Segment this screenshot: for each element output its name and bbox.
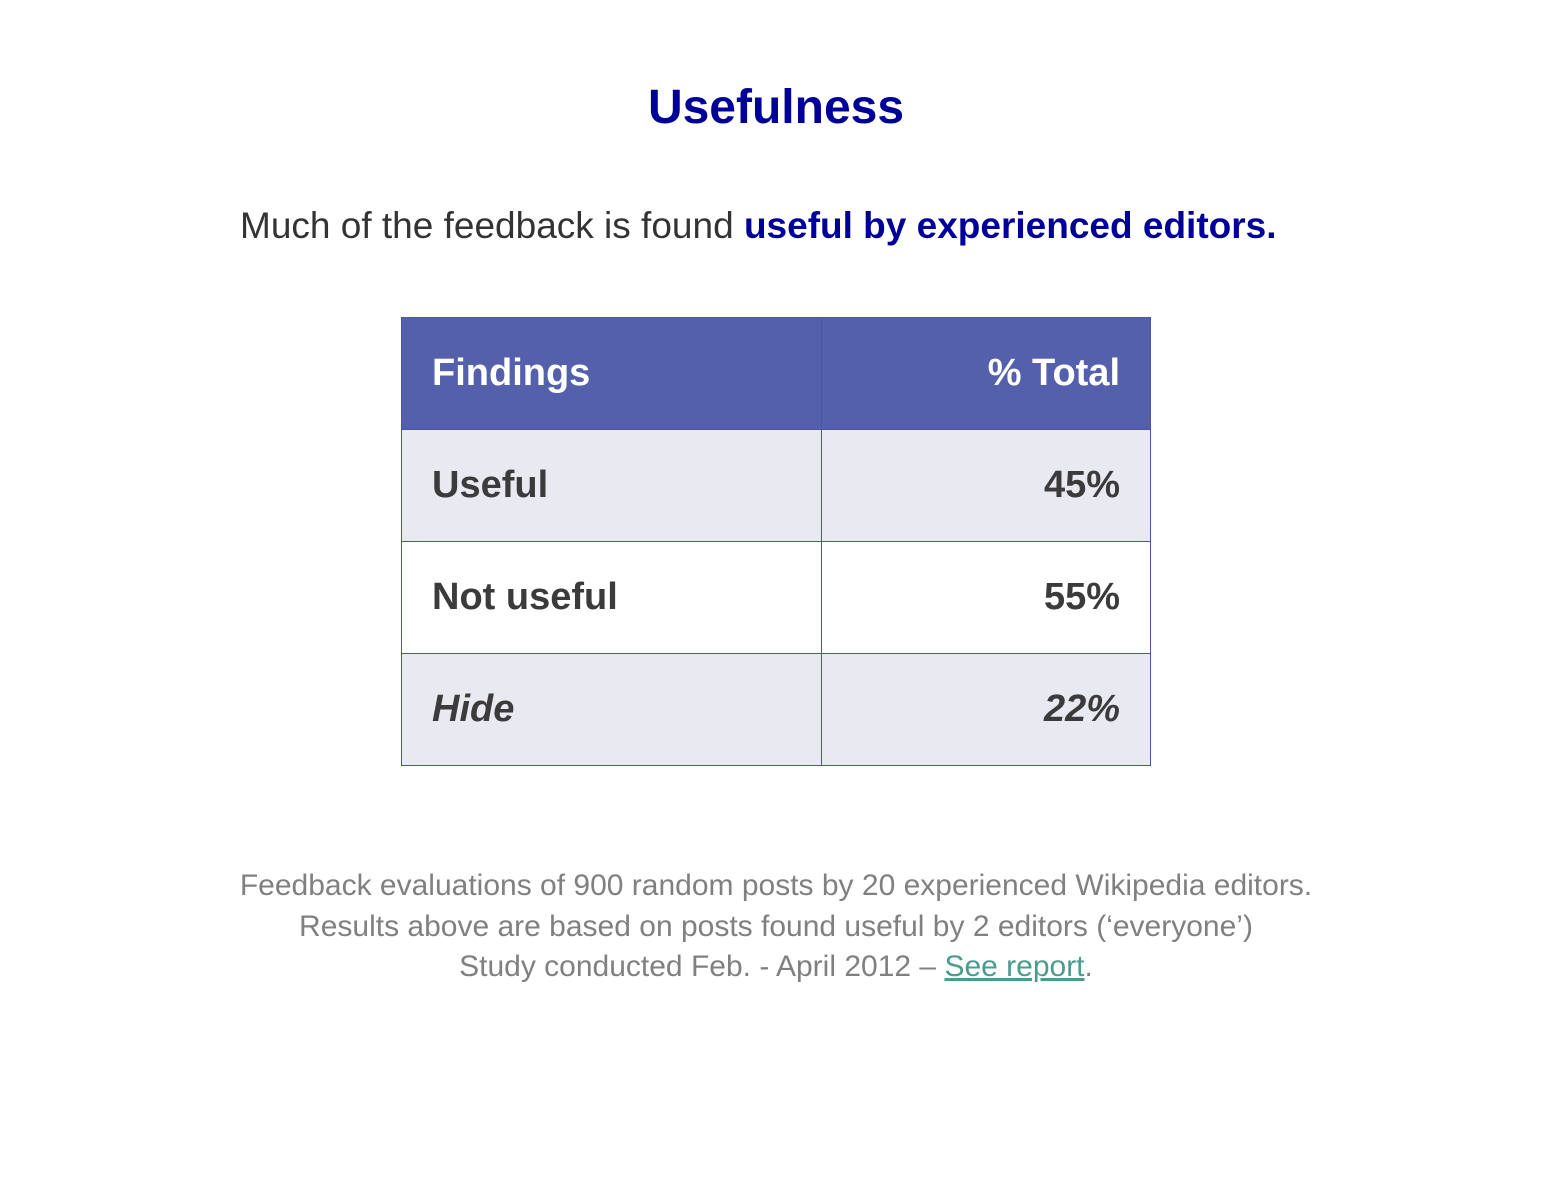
row-label: Not useful	[402, 542, 822, 654]
subtitle-emphasis: useful by experienced editors.	[744, 205, 1277, 246]
findings-table: Findings % Total Useful 45% Not useful 5…	[401, 317, 1151, 766]
footer-note: Feedback evaluations of 900 random posts…	[0, 866, 1552, 988]
row-value: 45%	[822, 430, 1151, 542]
see-report-link[interactable]: See report	[944, 950, 1084, 983]
row-label: Useful	[402, 430, 822, 542]
table-header-row: Findings % Total	[402, 318, 1151, 430]
table-row: Not useful 55%	[402, 542, 1151, 654]
table-row: Useful 45%	[402, 430, 1151, 542]
footer-line-3: Study conducted Feb. - April 2012 – See …	[200, 947, 1352, 988]
table-row: Hide 22%	[402, 654, 1151, 766]
subtitle-prefix: Much of the feedback is found	[240, 205, 744, 246]
slide-subtitle: Much of the feedback is found useful by …	[240, 205, 1352, 247]
footer-line3-suffix: .	[1085, 950, 1093, 983]
table-header-total: % Total	[822, 318, 1151, 430]
table-wrapper: Findings % Total Useful 45% Not useful 5…	[0, 317, 1552, 766]
footer-line-1: Feedback evaluations of 900 random posts…	[200, 866, 1352, 907]
slide-title: Usefulness	[0, 80, 1552, 135]
footer-line3-prefix: Study conducted Feb. - April 2012 –	[459, 950, 944, 983]
row-value: 55%	[822, 542, 1151, 654]
footer-line-2: Results above are based on posts found u…	[200, 907, 1352, 948]
table-header-findings: Findings	[402, 318, 822, 430]
row-label: Hide	[402, 654, 822, 766]
slide-container: Usefulness Much of the feedback is found…	[0, 80, 1552, 988]
row-value: 22%	[822, 654, 1151, 766]
